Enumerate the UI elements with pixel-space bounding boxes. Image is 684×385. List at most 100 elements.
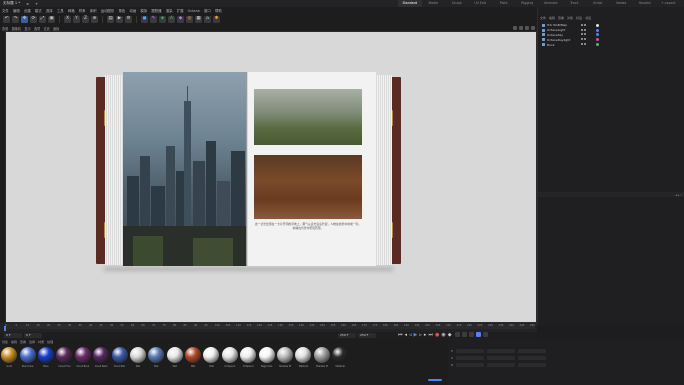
field-icon[interactable]: ◎ xyxy=(186,16,193,23)
last-frame-icon[interactable]: ⏭ xyxy=(428,333,433,338)
material-name[interactable]: Page Colo xyxy=(257,365,275,368)
material-preview-ball[interactable] xyxy=(148,347,165,363)
menu-item[interactable]: 编辑 xyxy=(13,8,20,13)
move-icon[interactable]: ✥ xyxy=(21,16,28,23)
layout-tab[interactable]: Nodes xyxy=(610,0,634,7)
object-tag-icon[interactable] xyxy=(596,38,599,42)
menu-item[interactable]: Octane xyxy=(188,9,200,13)
material-menu-item[interactable]: 编辑 xyxy=(11,340,17,344)
material-name[interactable]: Cloud Fore xyxy=(55,365,73,368)
select-icon[interactable]: ▣ xyxy=(48,16,55,23)
material-name[interactable]: Cloud Back xyxy=(74,365,92,368)
object-name[interactable]: OctaneSky xyxy=(547,33,563,37)
material-menu-item[interactable]: 材质 xyxy=(38,340,44,344)
redo-icon[interactable]: ↷ xyxy=(12,16,19,23)
render-visibility-dot[interactable] xyxy=(584,43,586,46)
render-visibility-dot[interactable] xyxy=(584,23,586,26)
coordinate-field[interactable] xyxy=(456,363,485,367)
attribute-nav-icons[interactable]: ◂ ▸ ⌕ xyxy=(675,193,682,197)
prev-key-icon[interactable]: ◂ xyxy=(405,333,408,338)
material-preview-ball[interactable] xyxy=(93,347,110,363)
material-swatch[interactable]: Cloud Bac xyxy=(110,347,128,373)
material-preview-ball[interactable] xyxy=(258,347,275,363)
material-name[interactable]: Mat xyxy=(166,365,184,368)
layout-tab[interactable]: Sculpt xyxy=(445,0,469,7)
object-manager-menu-item[interactable]: 对象 xyxy=(567,16,573,20)
material-name[interactable]: Material xyxy=(294,365,312,368)
start-frame-field[interactable]: 0 F xyxy=(24,333,42,338)
material-name[interactable]: Pearl blue xyxy=(18,365,36,368)
x-axis-icon[interactable]: X xyxy=(64,16,71,23)
object-manager-menu-item[interactable]: 编辑 xyxy=(549,16,555,20)
autokey-icon[interactable]: ◉ xyxy=(441,333,445,338)
editor-visibility-dot[interactable] xyxy=(581,23,583,26)
editor-visibility-dot[interactable] xyxy=(581,43,583,46)
editor-visibility-dot[interactable] xyxy=(581,28,583,31)
object-name[interactable]: OctaneLight xyxy=(547,28,565,32)
material-preview-ball[interactable] xyxy=(1,347,18,363)
object-name[interactable]: Hdr RGB/Map xyxy=(547,23,567,27)
object-manager-menu-item[interactable]: 标签 xyxy=(576,16,582,20)
array-icon[interactable]: ⁂ xyxy=(168,16,175,23)
menu-item[interactable]: 渲染 xyxy=(166,8,173,13)
document-tab[interactable]: 无标题 1 * xyxy=(0,1,23,6)
material-swatch[interactable]: Pearl blue xyxy=(18,347,36,373)
current-frame-field[interactable]: 0 F xyxy=(4,333,22,338)
position-mode-icon[interactable] xyxy=(455,332,460,337)
render-visibility-dot[interactable] xyxy=(584,33,586,36)
material-swatch[interactable]: OcSpecul xyxy=(221,347,239,373)
material-name[interactable]: Mat xyxy=(184,365,202,368)
camera-icon[interactable]: ⌂ xyxy=(204,16,211,23)
material-swatch[interactable]: Mat xyxy=(147,347,165,373)
object-tag-icon[interactable] xyxy=(596,28,599,32)
visibility-flags[interactable] xyxy=(581,43,586,46)
material-preview-ball[interactable] xyxy=(240,347,257,363)
material-name[interactable]: Shadow M xyxy=(276,365,294,368)
material-scrollbar[interactable] xyxy=(428,379,442,381)
visibility-flags[interactable] xyxy=(581,33,586,36)
visibility-flags[interactable] xyxy=(581,38,586,41)
menu-item[interactable]: 模拟 xyxy=(140,8,147,13)
render-region-icon[interactable]: ▤ xyxy=(107,16,114,23)
object-row[interactable]: Book xyxy=(540,42,683,47)
material-swatch[interactable]: Blue xyxy=(37,347,55,373)
pan-icon[interactable] xyxy=(513,26,517,30)
record-icon[interactable]: ● xyxy=(435,333,439,338)
timeline-ruler[interactable]: 0510152025303540455055606570758085909510… xyxy=(5,324,535,329)
book-model[interactable]: 这一全景出现在一大片开阔的草地上，雾气从远方袅袅升起，人物在前景中排成一列，树林… xyxy=(96,72,401,271)
viewport-menu-item[interactable]: 选项 xyxy=(34,26,40,31)
coordinate-field[interactable] xyxy=(486,349,515,353)
object-tag-icon[interactable] xyxy=(596,42,599,46)
editor-visibility-dot[interactable] xyxy=(581,33,583,36)
material-swatch[interactable]: Material xyxy=(331,347,349,373)
material-swatch[interactable]: Mat xyxy=(184,347,202,373)
material-name[interactable]: OcSpecul xyxy=(221,365,239,368)
material-preview-ball[interactable] xyxy=(295,347,312,363)
material-name[interactable]: OcSpecul xyxy=(239,365,257,368)
material-preview-ball[interactable] xyxy=(313,347,330,363)
pen-icon[interactable]: ✎ xyxy=(150,16,157,23)
render-view-icon[interactable]: ▶ xyxy=(116,16,123,23)
menu-item[interactable]: 帮助 xyxy=(215,8,222,13)
material-name[interactable]: Mat xyxy=(147,365,165,368)
viewport-menu-item[interactable]: 摄像机 xyxy=(12,26,22,31)
material-preview-ball[interactable] xyxy=(203,347,220,363)
material-swatch[interactable]: Mat xyxy=(129,347,147,373)
viewport-menu-item[interactable]: 面板 xyxy=(53,26,59,31)
coordinate-field[interactable] xyxy=(517,349,546,353)
menu-item[interactable]: 模式 xyxy=(35,8,42,13)
menu-item[interactable]: 窗口 xyxy=(204,8,211,13)
menu-item[interactable]: 角色 xyxy=(118,8,125,13)
first-frame-icon[interactable]: ⏮ xyxy=(398,333,403,338)
orbit-icon[interactable] xyxy=(525,26,529,30)
timeline[interactable]: 0510152025303540455055606570758085909510… xyxy=(0,323,537,332)
close-icon[interactable]: × xyxy=(23,2,32,6)
max-frame-field[interactable]: 250 F xyxy=(358,333,376,338)
menu-item[interactable]: 体积 xyxy=(90,8,97,13)
menu-item[interactable]: 工具 xyxy=(57,8,64,13)
material-preview-ball[interactable] xyxy=(332,347,349,363)
cube-icon[interactable]: ◼ xyxy=(141,16,148,23)
material-preview-ball[interactable] xyxy=(277,347,294,363)
material-menu-item[interactable]: 纹理 xyxy=(47,340,53,344)
coordinate-field[interactable] xyxy=(455,349,484,353)
